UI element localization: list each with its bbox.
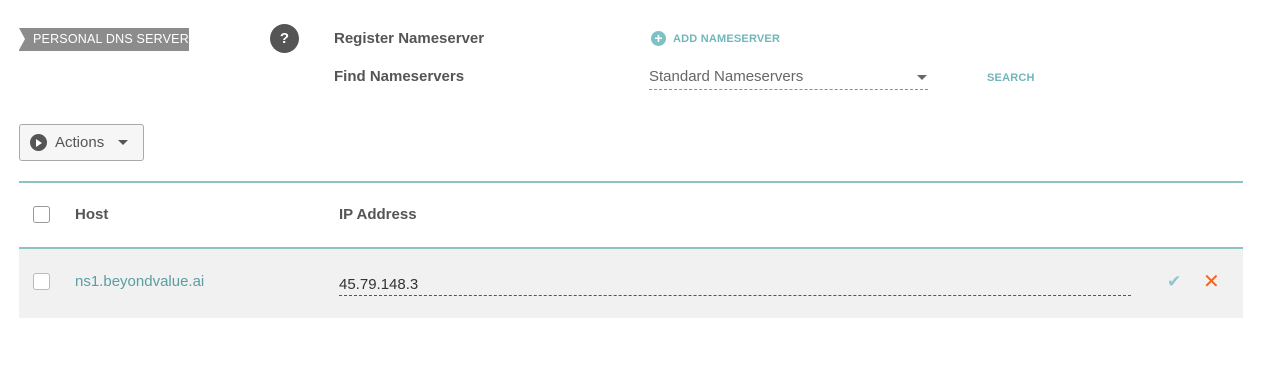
add-nameserver-link[interactable]: + ADD NAMESERVER xyxy=(651,31,780,46)
section-tag: PERSONAL DNS SERVER xyxy=(19,28,189,51)
add-nameserver-label: ADD NAMESERVER xyxy=(673,32,781,45)
plus-circle-icon: + xyxy=(651,31,666,46)
play-icon xyxy=(30,134,47,151)
column-header-ip-address: IP Address xyxy=(339,206,417,223)
select-all-checkbox[interactable] xyxy=(33,206,50,223)
search-button[interactable]: SEARCH xyxy=(987,72,1035,84)
column-header-host: Host xyxy=(75,206,109,223)
chevron-down-icon xyxy=(917,75,927,80)
check-icon[interactable]: ✔ xyxy=(1167,272,1181,292)
find-nameservers-label: Find Nameservers xyxy=(334,68,465,85)
register-nameserver-label: Register Nameserver xyxy=(334,30,485,47)
ip-address-input[interactable]: 45.79.148.3 xyxy=(339,273,1131,296)
chevron-down-icon xyxy=(118,140,129,145)
close-icon[interactable]: ✕ xyxy=(1203,269,1220,294)
help-icon[interactable]: ? xyxy=(270,24,299,53)
row-checkbox[interactable] xyxy=(33,273,50,290)
nameserver-type-select[interactable]: Standard Nameservers xyxy=(649,66,928,90)
actions-dropdown-button[interactable]: Actions xyxy=(19,124,144,161)
nameserver-type-value: Standard Nameservers xyxy=(649,68,804,85)
ip-address-value: 45.79.148.3 xyxy=(339,276,419,293)
table-top-rule xyxy=(19,181,1243,183)
host-cell: ns1.beyondvalue.ai xyxy=(75,273,205,290)
actions-label: Actions xyxy=(55,134,105,151)
